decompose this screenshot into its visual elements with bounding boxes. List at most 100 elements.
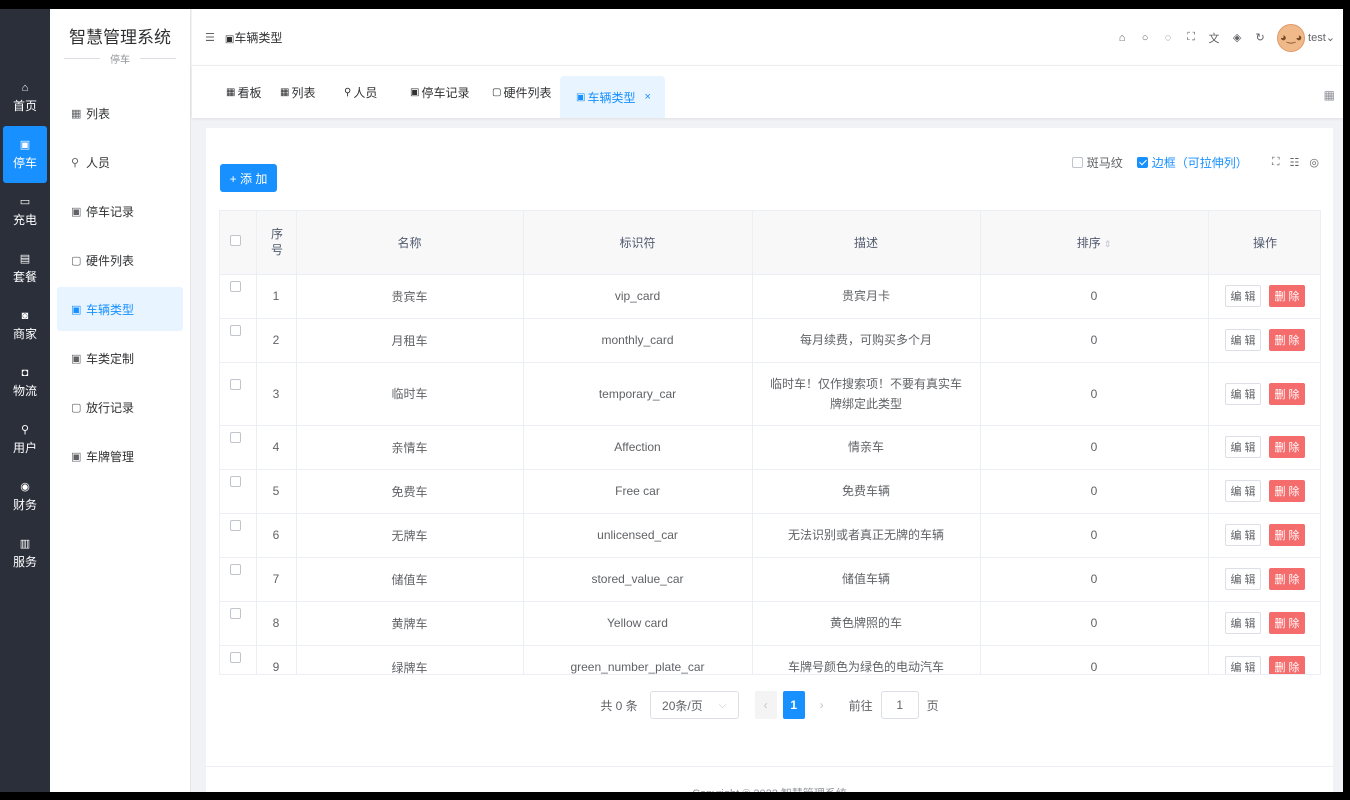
row-checkbox[interactable]: [230, 520, 242, 531]
edit-button[interactable]: 编 辑: [1225, 612, 1261, 634]
edit-button[interactable]: 编 辑: [1225, 656, 1261, 674]
rail-item-6[interactable]: ⚲ 用户: [0, 411, 50, 468]
zebra-checkbox[interactable]: 斑马纹: [1071, 154, 1123, 171]
delete-button[interactable]: 删 除: [1269, 480, 1305, 502]
lock-icon[interactable]: ⌂: [1111, 32, 1133, 44]
row-checkbox[interactable]: [230, 476, 242, 487]
rail-item-4[interactable]: ◙ 商家: [0, 297, 50, 354]
edit-button[interactable]: 编 辑: [1225, 568, 1261, 590]
tab-4[interactable]: ▢ 硬件列表: [492, 76, 551, 108]
tab-2[interactable]: ⚲ 人员: [344, 76, 377, 108]
user-menu[interactable]: test⌄: [1308, 31, 1335, 44]
translate-icon[interactable]: 文: [1203, 30, 1225, 46]
rail-item-7[interactable]: ◉ 财务: [0, 468, 50, 525]
edit-button[interactable]: 编 辑: [1225, 285, 1261, 307]
cell-sort: 0: [980, 645, 1209, 674]
rail-item-3[interactable]: ▤ 套餐: [0, 240, 50, 297]
delete-button[interactable]: 删 除: [1269, 382, 1305, 405]
density-icon[interactable]: ☷: [1290, 156, 1300, 169]
top-header: ☰ ▣车辆类型 ⌂ ○ ◌ ⛶ 文 ◈ ↻ ◕‿◕ test⌄: [192, 9, 1343, 66]
search-icon[interactable]: ○: [1134, 32, 1156, 44]
rail-item-5[interactable]: ◘ 物流: [0, 354, 50, 411]
tab-5[interactable]: ▣ 车辆类型 ×: [560, 76, 665, 118]
table-row: 8 黄牌车 Yellow card 黄色牌照的车 0 编 辑删 除: [220, 601, 1320, 646]
submenu-item-1[interactable]: ⚲ 人员: [57, 140, 183, 184]
delete-button[interactable]: 删 除: [1269, 285, 1305, 307]
delete-button[interactable]: 删 除: [1269, 656, 1305, 674]
submenu-item-6[interactable]: ▢ 放行记录: [57, 385, 183, 429]
page-size-value: 20条/页: [662, 698, 703, 713]
row-select-cell: [220, 601, 257, 646]
row-checkbox[interactable]: [230, 378, 242, 390]
edit-button[interactable]: 编 辑: [1225, 382, 1261, 405]
add-button[interactable]: + 添 加: [220, 164, 277, 192]
submenu-item-4[interactable]: ▣ 车辆类型: [57, 287, 183, 331]
refresh-icon[interactable]: ↻: [1249, 31, 1271, 44]
page-number[interactable]: 1: [782, 691, 805, 719]
row-checkbox[interactable]: [230, 608, 242, 619]
row-checkbox[interactable]: [230, 432, 242, 443]
zebra-label: 斑马纹: [1086, 156, 1123, 170]
collapse-menu-icon[interactable]: ☰: [205, 31, 215, 44]
sort-icon[interactable]: ⇕: [1104, 239, 1112, 249]
header-index-label: 序号: [271, 227, 284, 258]
rail-label: 首页: [12, 98, 37, 113]
edit-button[interactable]: 编 辑: [1225, 329, 1261, 351]
theme-icon[interactable]: ◈: [1226, 31, 1248, 44]
select-all-checkbox[interactable]: [230, 235, 242, 247]
cell-name: 临时车: [296, 362, 524, 426]
prev-page-button[interactable]: ‹: [754, 691, 777, 719]
goto-suffix: 页: [926, 698, 939, 713]
tab-0[interactable]: ▦ 看板: [226, 76, 261, 108]
row-select-cell: [220, 425, 257, 470]
edit-button[interactable]: 编 辑: [1225, 524, 1261, 546]
delete-button[interactable]: 删 除: [1269, 329, 1305, 351]
row-checkbox[interactable]: [230, 325, 242, 336]
row-checkbox[interactable]: [230, 652, 242, 663]
submenu-icon: ▢: [71, 254, 82, 267]
edit-button[interactable]: 编 辑: [1225, 480, 1261, 502]
cell-desc: 贵宾月卡: [752, 274, 981, 319]
main-nav-rail: ⌂ 首页 ▣ 停车 ▭ 充电 ▤ 套餐 ◙ 商家 ◘ 物流 ⚲ 用户 ◉ 财务 ▥ 服务: [0, 9, 50, 792]
cell-name: 储值车: [296, 557, 524, 602]
row-checkbox[interactable]: [230, 281, 242, 292]
close-icon[interactable]: ×: [644, 91, 650, 103]
rail-label: 财务: [12, 497, 37, 512]
rail-item-8[interactable]: ▥ 服务: [0, 525, 50, 582]
edit-button[interactable]: 编 辑: [1225, 436, 1261, 458]
row-checkbox[interactable]: [230, 564, 242, 575]
delete-button[interactable]: 删 除: [1269, 524, 1305, 546]
tab-1[interactable]: ▦ 列表: [280, 76, 315, 108]
settings-icon[interactable]: ◎: [1309, 156, 1319, 169]
delete-button[interactable]: 删 除: [1269, 612, 1305, 634]
grid-menu-icon[interactable]: ▦: [1324, 88, 1335, 102]
page-size-select[interactable]: 20条/页 ⌵: [649, 691, 739, 719]
rail-item-0[interactable]: ⌂ 首页: [0, 69, 50, 126]
delete-button[interactable]: 删 除: [1269, 568, 1305, 590]
tab-label: 列表: [291, 85, 316, 100]
submenu-item-0[interactable]: ▦ 列表: [57, 91, 183, 135]
bell-icon[interactable]: ◌: [1157, 32, 1179, 44]
border-checkbox[interactable]: 边框（可拉伸列）: [1136, 154, 1248, 171]
submenu-item-7[interactable]: ▣ 车牌管理: [57, 434, 183, 478]
next-page-button[interactable]: ›: [810, 691, 833, 719]
row-actions: 编 辑删 除: [1209, 524, 1321, 546]
submenu-item-5[interactable]: ▣ 车类定制: [57, 336, 183, 380]
rail-item-2[interactable]: ▭ 充电: [0, 183, 50, 240]
rail-label: 充电: [12, 212, 37, 227]
header-sort[interactable]: 排序 ⇕: [980, 211, 1209, 275]
avatar[interactable]: ◕‿◕: [1277, 23, 1306, 52]
goto-page-input[interactable]: [880, 691, 919, 719]
submenu-item-3[interactable]: ▢ 硬件列表: [57, 238, 183, 282]
fullscreen-icon[interactable]: ⛶: [1180, 31, 1202, 44]
tab-3[interactable]: ▣ 停车记录: [410, 76, 469, 108]
cell-name: 贵宾车: [296, 274, 524, 319]
rail-icon: ◉: [20, 480, 30, 493]
rail-item-1[interactable]: ▣ 停车: [3, 126, 47, 183]
fullscreen-icon[interactable]: ⛶: [1272, 156, 1280, 169]
delete-button[interactable]: 删 除: [1269, 436, 1305, 458]
tab-label: 人员: [353, 85, 378, 100]
cell-sort: 0: [980, 274, 1209, 319]
submenu-item-2[interactable]: ▣ 停车记录: [57, 189, 183, 233]
submenu-label: 车类定制: [86, 351, 135, 366]
